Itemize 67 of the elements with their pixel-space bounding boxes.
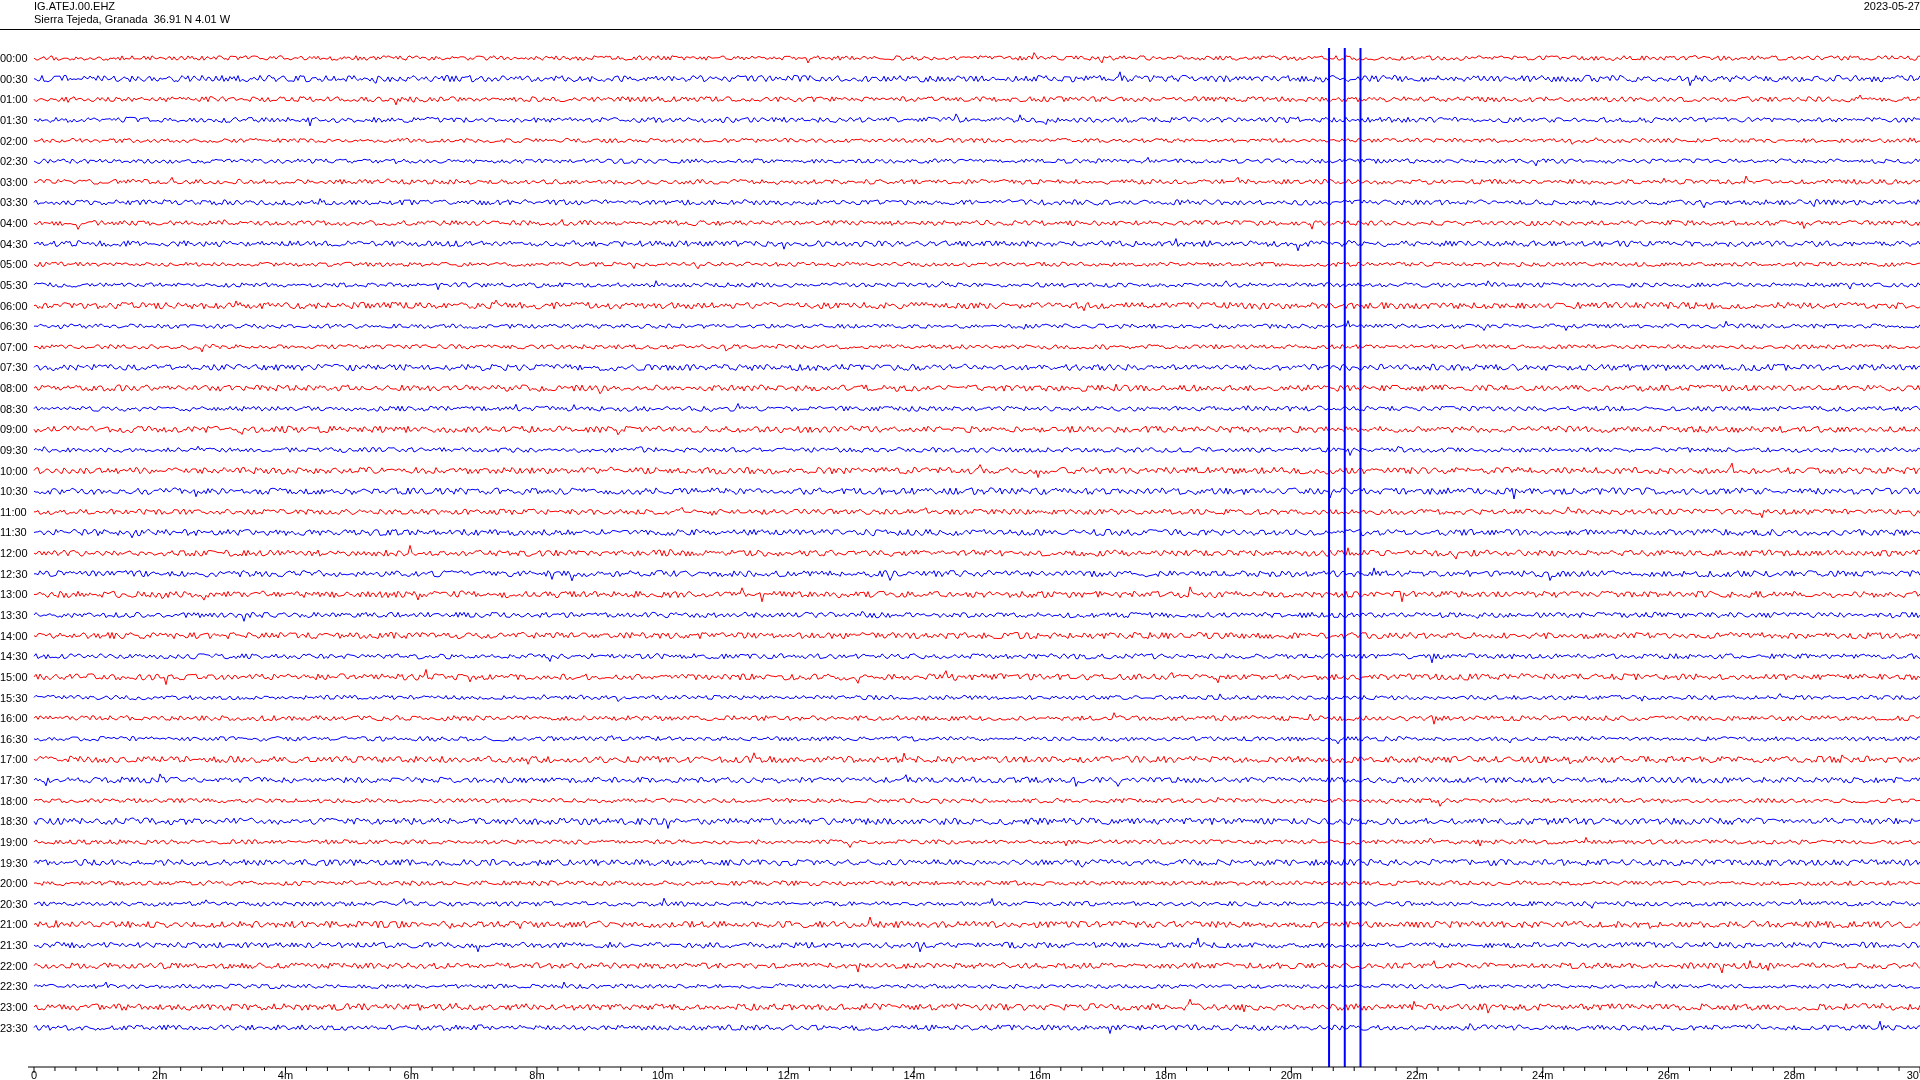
axis-label: 24m: [1532, 1069, 1554, 1080]
axis-label: 14m: [903, 1069, 925, 1080]
time-label: 17:00: [0, 753, 28, 766]
time-label: 06:00: [0, 299, 28, 312]
plot-date: 2023-05-27: [1863, 0, 1920, 13]
axis-label: 6m: [403, 1069, 419, 1080]
time-label: 13:00: [0, 588, 28, 601]
time-label: 16:30: [0, 732, 28, 745]
time-label: 21:30: [0, 939, 28, 952]
time-label: 18:30: [0, 815, 28, 828]
time-label: 13:30: [0, 609, 28, 621]
time-label: 00:00: [0, 52, 28, 64]
time-label: 02:30: [0, 155, 28, 168]
time-label: 22:30: [0, 980, 28, 993]
time-label: 12:00: [0, 547, 28, 560]
time-label: 07:00: [0, 340, 28, 353]
axis-label: 26m: [1657, 1069, 1680, 1080]
axis-label: 22m: [1406, 1069, 1428, 1080]
time-label: 11:00: [0, 505, 27, 518]
time-label: 10:00: [0, 464, 28, 477]
time-label: 10:30: [0, 485, 28, 498]
station-code: IG.ATEJ.00.EHZ: [34, 0, 117, 13]
time-label: 11:30: [0, 526, 27, 539]
time-label: 20:00: [0, 877, 28, 890]
time-label: 09:30: [0, 443, 28, 456]
time-label: 14:00: [0, 629, 28, 642]
time-label: 12:30: [0, 567, 28, 580]
time-label: 19:00: [0, 835, 28, 848]
time-label: 18:00: [0, 794, 28, 807]
time-label: 17:30: [0, 774, 28, 787]
time-label: 08:00: [0, 382, 28, 395]
time-label: 23:00: [0, 1001, 28, 1013]
time-label: 05:00: [0, 258, 28, 271]
time-label: 14:30: [0, 650, 28, 663]
time-label: 01:00: [0, 93, 28, 106]
time-label: 03:00: [0, 175, 28, 188]
axis-label: 10m: [651, 1069, 674, 1080]
time-label: 05:30: [0, 278, 28, 291]
axis-label: 2m: [152, 1069, 168, 1080]
time-label: 22:00: [0, 959, 28, 972]
time-label: 15:00: [0, 670, 28, 683]
time-label: 03:30: [0, 196, 28, 209]
time-label: 23:30: [0, 1021, 28, 1034]
time-label: 20:30: [0, 897, 28, 910]
time-label: 15:30: [0, 691, 28, 704]
axis-label: 8m: [529, 1069, 545, 1080]
time-label: 09:00: [0, 423, 28, 436]
axis-label: 12m: [777, 1069, 800, 1080]
axis-label: 4m: [277, 1069, 294, 1080]
axis-label: 0: [30, 1069, 38, 1080]
time-label: 02:00: [0, 134, 28, 147]
time-label: 21:00: [0, 918, 28, 931]
time-label: 04:00: [0, 217, 28, 230]
time-label: 16:00: [0, 712, 28, 725]
axis-label: 18m: [1154, 1069, 1177, 1080]
time-label: 04:30: [0, 237, 28, 250]
time-label: 08:30: [0, 402, 28, 415]
time-label: 06:30: [0, 320, 28, 333]
time-label: 00:30: [0, 72, 28, 85]
time-label: 07:30: [0, 361, 28, 374]
time-label: 19:30: [0, 856, 28, 869]
station-location: Sierra Tejeda, Granada 36.91 N 4.01 W: [34, 13, 231, 26]
axis-label: 30: [1906, 1069, 1919, 1080]
axis-label: 20m: [1280, 1069, 1303, 1080]
axis-label: 28m: [1783, 1069, 1805, 1080]
axis-label: 16m: [1029, 1069, 1051, 1080]
time-label: 01:30: [0, 113, 28, 126]
